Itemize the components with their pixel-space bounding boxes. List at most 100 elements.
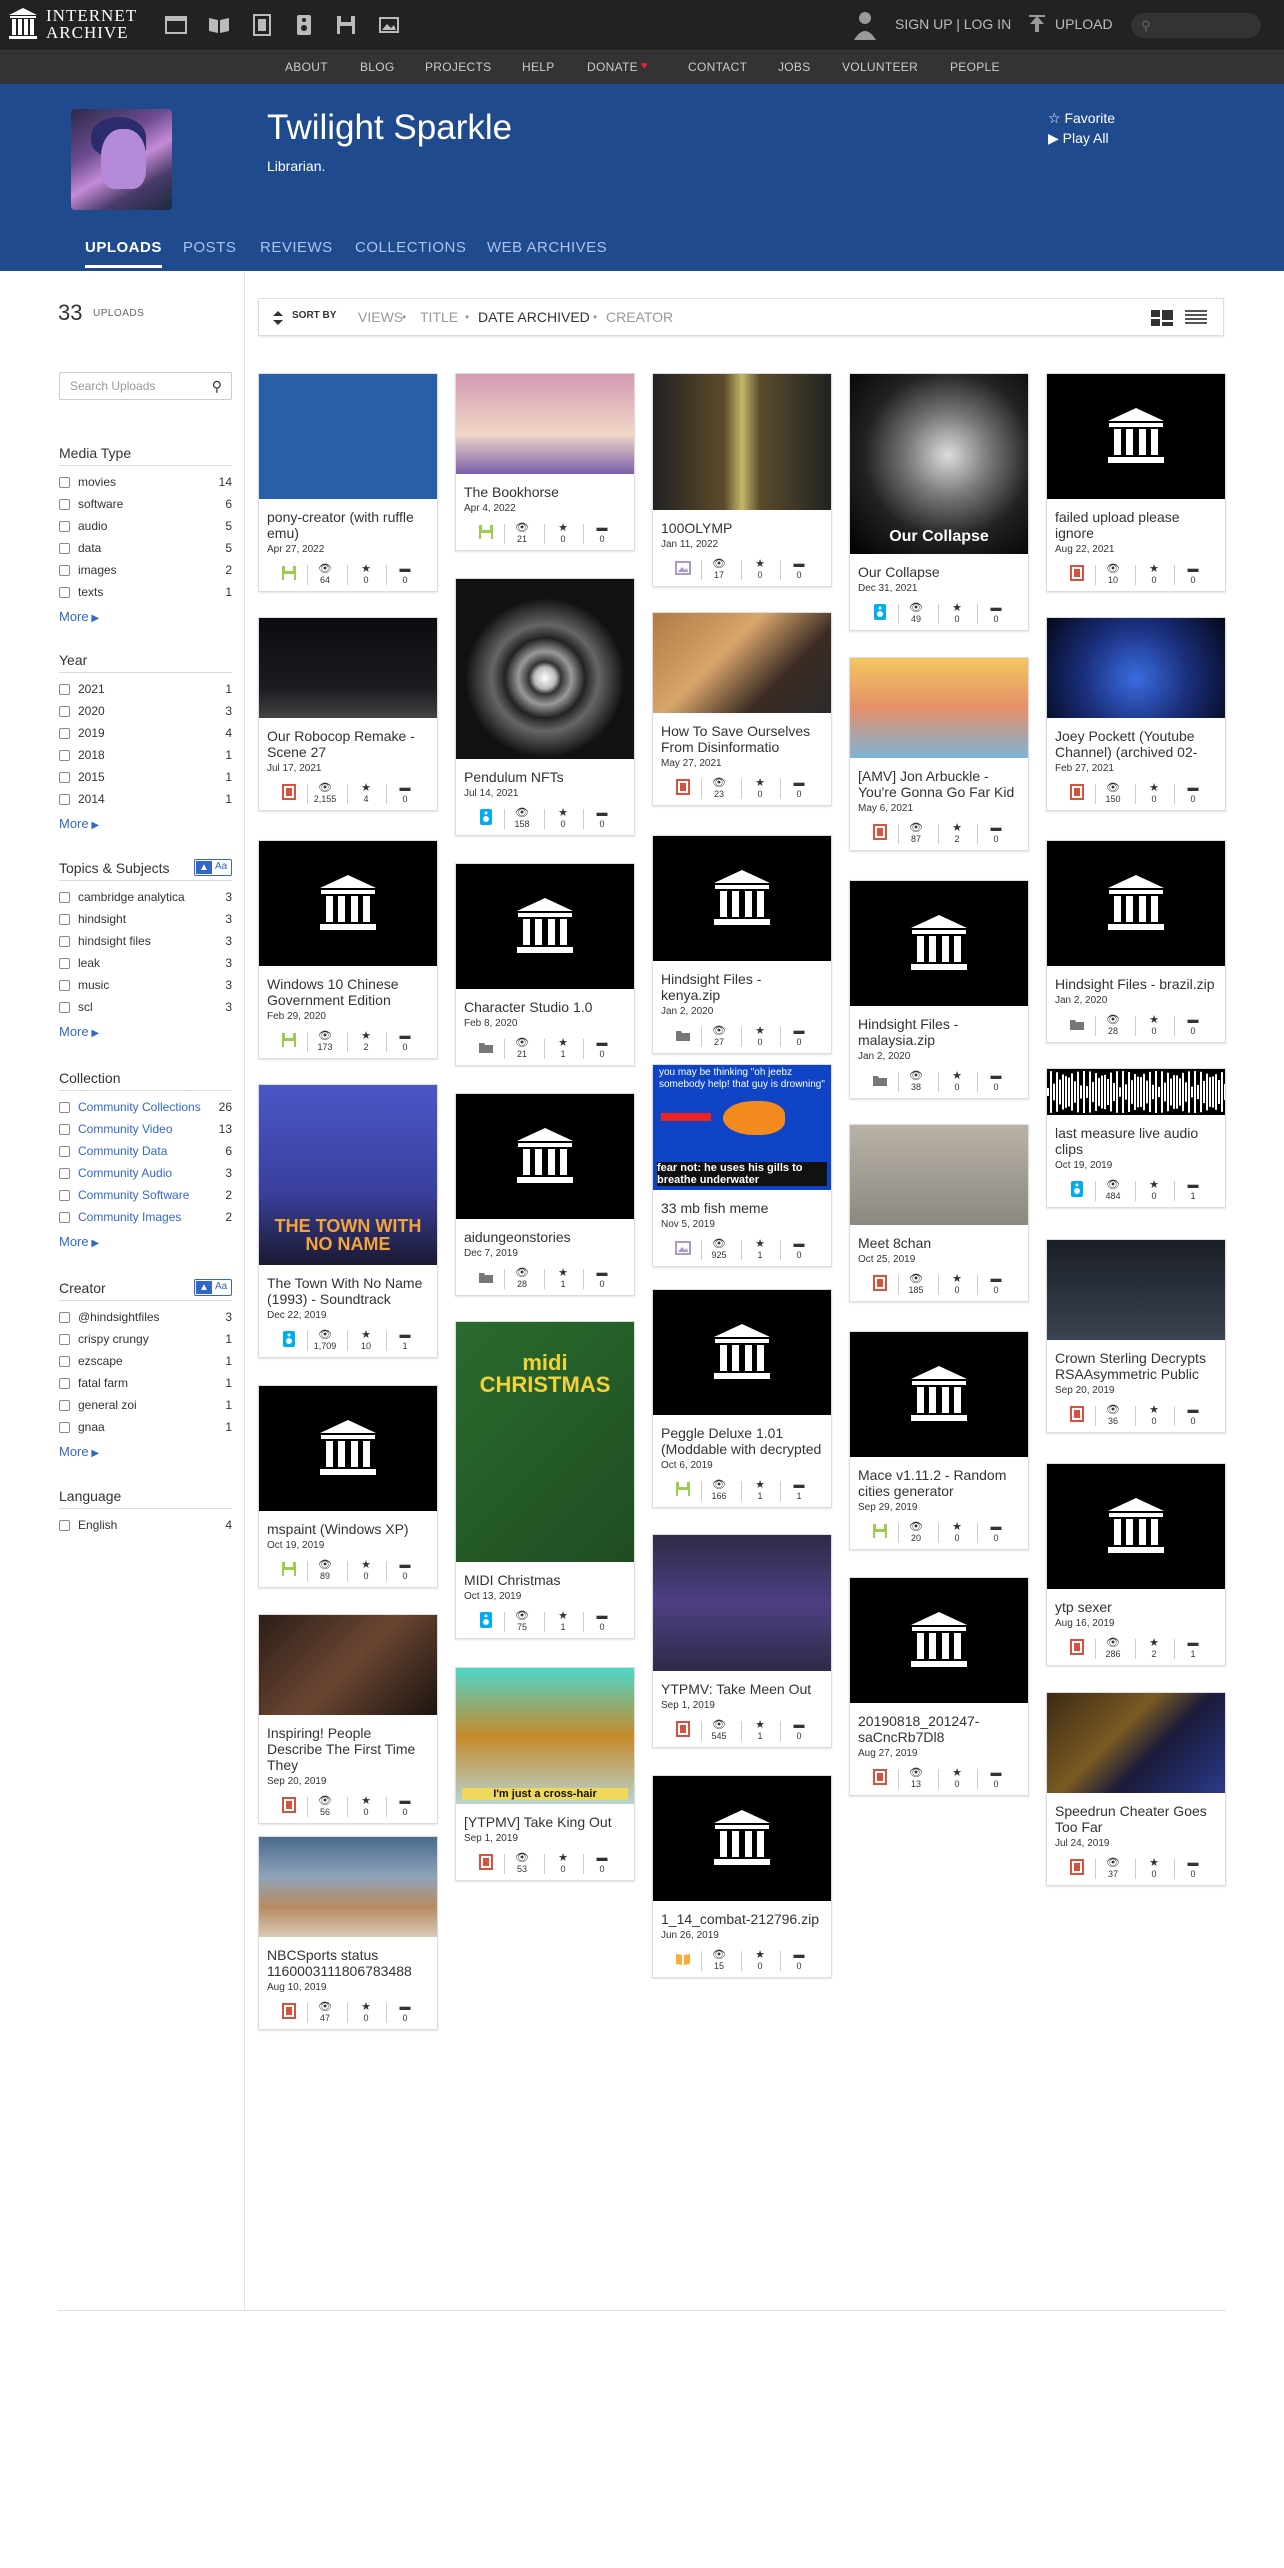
item-thumbnail[interactable]: I'm just a cross-hair (456, 1668, 634, 1804)
nav-volunteer[interactable]: VOLUNTEER (842, 60, 918, 74)
facet-checkbox[interactable] (59, 980, 70, 991)
facet-checkbox[interactable] (59, 1102, 70, 1113)
tab-posts[interactable]: POSTS (183, 239, 236, 256)
item-title[interactable]: Hindsight Files - kenya.zip (653, 961, 831, 1003)
item-tile[interactable]: [AMV] Jon Arbuckle - You're Gonna Go Far… (849, 657, 1029, 851)
item-title[interactable]: YTPMV: Take Meen Out (653, 1671, 831, 1697)
facet-item[interactable]: 2021 1 (59, 682, 232, 698)
item-tile[interactable]: midi CHRISTMAS MIDI Christmas Oct 13, 2019… (455, 1321, 635, 1639)
item-title[interactable]: Character Studio 1.0 (456, 989, 634, 1015)
facet-item[interactable]: fatal farm 1 (59, 1376, 232, 1392)
item-thumbnail[interactable] (259, 1837, 437, 1937)
item-tile[interactable]: The Bookhorse Apr 4, 2022 👁 21 ★ 0 ▬ 0 (455, 373, 635, 551)
texts-icon[interactable] (206, 12, 232, 38)
item-title[interactable]: MIDI Christmas (456, 1562, 634, 1588)
item-thumbnail[interactable] (850, 881, 1028, 1006)
item-thumbnail[interactable] (653, 1776, 831, 1901)
item-tile[interactable]: Inspiring! People Describe The First Tim… (258, 1614, 438, 1824)
topics-case-toggle[interactable]: ▲ Aa (194, 859, 232, 876)
sort-date-archived[interactable]: DATE ARCHIVED (478, 309, 590, 325)
item-tile[interactable]: 1_14_combat-212796.zip Jun 26, 2019 👁 15 ★ 0 ▬… (652, 1775, 832, 1978)
nav-jobs[interactable]: JOBS (778, 60, 811, 74)
facet-item[interactable]: Community Video 13 (59, 1122, 232, 1138)
item-tile[interactable]: Joey Pockett (Youtube Channel) (archived… (1046, 617, 1226, 811)
facet-item[interactable]: hindsight files 3 (59, 934, 232, 950)
item-tile[interactable]: Mace v1.11.2 - Random cities generator Se… (849, 1331, 1029, 1550)
nav-blog[interactable]: BLOG (360, 60, 395, 74)
facet-item[interactable]: images 2 (59, 563, 232, 579)
item-thumbnail[interactable] (456, 374, 634, 474)
upload-icon[interactable] (1028, 14, 1046, 34)
facet-item[interactable]: Community Data 6 (59, 1144, 232, 1160)
nav-help[interactable]: HELP (522, 60, 555, 74)
item-thumbnail[interactable] (259, 841, 437, 966)
facet-item[interactable]: data 5 (59, 541, 232, 557)
item-thumbnail[interactable] (653, 1535, 831, 1671)
facet-checkbox[interactable] (59, 728, 70, 739)
facet-checkbox[interactable] (59, 706, 70, 717)
item-title[interactable]: ytp sexer (1047, 1589, 1225, 1615)
user-icon[interactable] (854, 8, 876, 40)
item-thumbnail[interactable]: midi CHRISTMAS (456, 1322, 634, 1562)
facet-item[interactable]: texts 1 (59, 585, 232, 601)
item-title[interactable]: How To Save Ourselves From Disinformatio (653, 713, 831, 755)
facet-item[interactable]: 2014 1 (59, 792, 232, 808)
item-thumbnail[interactable] (259, 374, 437, 499)
facet-checkbox[interactable] (59, 936, 70, 947)
play-all-button[interactable]: ▶ Play All (1048, 130, 1109, 147)
topics-more-link[interactable]: More ▶ (59, 1024, 99, 1039)
item-thumbnail[interactable] (653, 1290, 831, 1415)
item-tile[interactable]: mspaint (Windows XP) Oct 19, 2019 👁 89 ★ 0 ▬ 0 (258, 1385, 438, 1588)
item-thumbnail[interactable] (653, 613, 831, 713)
item-thumbnail[interactable] (456, 864, 634, 989)
facet-item[interactable]: Community Images 2 (59, 1210, 232, 1226)
item-tile[interactable]: How To Save Ourselves From Disinformatio… (652, 612, 832, 806)
facet-checkbox[interactable] (59, 1356, 70, 1367)
nav-about[interactable]: ABOUT (285, 60, 328, 74)
item-tile[interactable]: Peggle Deluxe 1.01 (Moddable with decryp… (652, 1289, 832, 1508)
tab-collections[interactable]: COLLECTIONS (355, 239, 466, 256)
item-title[interactable]: Crown Sterling Decrypts RSAAsymmetric Pu… (1047, 1340, 1225, 1382)
item-tile[interactable]: Pendulum NFTs Jul 14, 2021 👁 158 ★ 0 ▬ 0 (455, 578, 635, 836)
item-tile[interactable]: 100OLYMP Jan 11, 2022 👁 17 ★ 0 ▬ 0 (652, 373, 832, 587)
item-title[interactable]: pony-creator (with ruffle emu) (259, 499, 437, 541)
facet-checkbox[interactable] (59, 1190, 70, 1201)
item-title[interactable]: NBCSports status 1160003111806783488 (259, 1937, 437, 1979)
item-tile[interactable]: Hindsight Files - kenya.zip Jan 2, 2020 👁 2… (652, 835, 832, 1054)
item-tile[interactable]: Speedrun Cheater Goes Too Far Jul 24, 201… (1046, 1692, 1226, 1886)
web-icon[interactable] (163, 12, 189, 38)
facet-checkbox[interactable] (59, 892, 70, 903)
facet-item[interactable]: 2015 1 (59, 770, 232, 786)
item-tile[interactable]: Character Studio 1.0 Feb 8, 2020 👁 21 ★ 1 ▬ 0 (455, 863, 635, 1066)
facet-checkbox[interactable] (59, 1146, 70, 1157)
nav-projects[interactable]: PROJECTS (425, 60, 491, 74)
item-title[interactable]: Speedrun Cheater Goes Too Far (1047, 1793, 1225, 1835)
facet-item[interactable]: hindsight 3 (59, 912, 232, 928)
item-thumbnail[interactable] (1047, 841, 1225, 966)
item-title[interactable]: failed upload please ignore (1047, 499, 1225, 541)
year-more-link[interactable]: More ▶ (59, 816, 99, 831)
facet-checkbox[interactable] (59, 914, 70, 925)
creator-case-toggle[interactable]: ▲ Aa (194, 1279, 232, 1296)
item-title[interactable]: last measure live audio clips (1047, 1115, 1225, 1157)
item-tile[interactable]: NBCSports status 1160003111806783488 Aug … (258, 1836, 438, 2030)
item-title[interactable]: Meet 8chan (850, 1225, 1028, 1251)
facet-item[interactable]: scl 3 (59, 1000, 232, 1016)
facet-checkbox[interactable] (59, 1422, 70, 1433)
item-thumbnail[interactable] (850, 1332, 1028, 1457)
facet-checkbox[interactable] (59, 1312, 70, 1323)
facet-checkbox[interactable] (59, 1334, 70, 1345)
internet-archive-logo[interactable]: INTERNET ARCHIVE (8, 7, 137, 41)
item-thumbnail[interactable] (1047, 374, 1225, 499)
facet-item[interactable]: @hindsightfiles 3 (59, 1310, 232, 1326)
item-title[interactable]: 20190818_201247-saCncRb7Dl8 (850, 1703, 1028, 1745)
item-thumbnail[interactable] (1047, 618, 1225, 718)
item-thumbnail[interactable] (653, 374, 831, 510)
facet-checkbox[interactable] (59, 477, 70, 488)
facet-item[interactable]: music 3 (59, 978, 232, 994)
item-title[interactable]: 33 mb fish meme (653, 1190, 831, 1216)
sort-views[interactable]: VIEWS (358, 309, 403, 325)
item-thumbnail[interactable] (1047, 1693, 1225, 1793)
item-thumbnail[interactable]: you may be thinking "oh jeebz somebody h… (653, 1065, 831, 1190)
item-title[interactable]: 100OLYMP (653, 510, 831, 536)
